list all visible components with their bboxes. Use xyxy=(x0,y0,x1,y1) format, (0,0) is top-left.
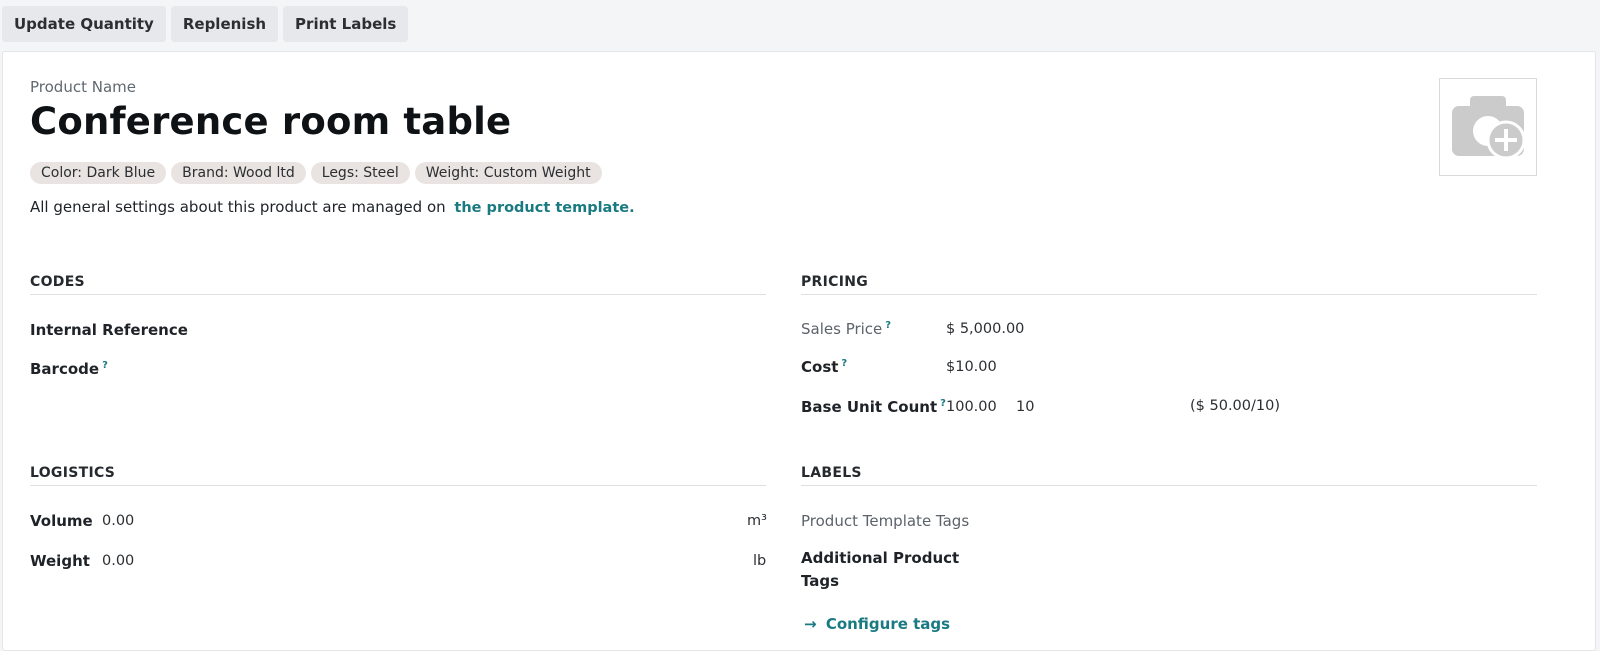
base-unit-count-field[interactable]: 100.00 xyxy=(946,399,997,415)
base-unit-field[interactable]: 10 xyxy=(1016,399,1034,415)
product-image-upload[interactable] xyxy=(1439,78,1537,176)
internal-reference-label: Internal Reference xyxy=(30,321,188,339)
attribute-chip: Legs: Steel xyxy=(310,162,410,184)
sales-price-label: Sales Price? xyxy=(801,320,891,338)
pricing-section-title: PRICING xyxy=(801,274,1537,295)
camera-plus-icon xyxy=(1452,96,1526,160)
attribute-chip: Brand: Wood ltd xyxy=(171,162,306,184)
product-template-tags-label: Product Template Tags xyxy=(801,512,970,530)
question-mark-icon[interactable]: ? xyxy=(885,320,891,331)
form-sheet: Product Name Conference room table Color… xyxy=(2,51,1596,651)
base-unit-count-label-text: Base Unit Count xyxy=(801,398,938,416)
attribute-chip: Weight: Custom Weight xyxy=(414,162,602,184)
sales-price-label-text: Sales Price xyxy=(801,320,883,338)
configure-tags-text: Configure tags xyxy=(825,615,951,633)
barcode-label: Barcode? xyxy=(30,360,108,378)
volume-unit: m³ xyxy=(747,513,767,529)
arrow-right-icon: → xyxy=(804,615,817,633)
cost-field[interactable]: $10.00 xyxy=(946,359,997,375)
update-quantity-button[interactable]: Update Quantity xyxy=(2,6,166,42)
product-name-field[interactable]: Conference room table xyxy=(30,100,511,143)
volume-field[interactable]: 0.00 xyxy=(102,513,134,529)
cost-label: Cost? xyxy=(801,358,847,376)
template-note-text: All general settings about this product … xyxy=(30,198,446,216)
codes-section-title: CODES xyxy=(30,274,766,295)
configure-tags-link[interactable]: → Configure tags xyxy=(804,615,950,633)
base-unit-price: ($ 50.00/10) xyxy=(1190,398,1280,414)
labels-section-title: LABELS xyxy=(801,465,1537,486)
sales-price-field[interactable]: $ 5,000.00 xyxy=(946,321,1024,337)
barcode-label-text: Barcode xyxy=(30,360,100,378)
replenish-button[interactable]: Replenish xyxy=(170,6,279,42)
weight-unit: lb xyxy=(753,553,767,569)
base-unit-count-label: Base Unit Count? xyxy=(801,398,946,416)
template-note: All general settings about this product … xyxy=(30,198,635,216)
product-template-link[interactable]: the product template. xyxy=(454,200,634,216)
additional-product-tags-label-line2: Tags xyxy=(801,572,840,590)
control-panel: Update Quantity Replenish Print Labels xyxy=(2,6,409,42)
volume-label: Volume xyxy=(30,512,93,530)
attribute-chip: Color: Dark Blue xyxy=(30,162,167,184)
weight-field[interactable]: 0.00 xyxy=(102,553,134,569)
cost-label-text: Cost xyxy=(801,358,839,376)
print-labels-button[interactable]: Print Labels xyxy=(283,6,409,42)
product-name-label: Product Name xyxy=(30,78,136,96)
question-mark-icon[interactable]: ? xyxy=(102,360,108,371)
logistics-section-title: LOGISTICS xyxy=(30,465,766,486)
question-mark-icon[interactable]: ? xyxy=(841,358,847,369)
weight-label: Weight xyxy=(30,552,90,570)
additional-product-tags-label: Additional Product xyxy=(801,549,960,567)
attribute-chips: Color: Dark Blue Brand: Wood ltd Legs: S… xyxy=(30,162,602,184)
